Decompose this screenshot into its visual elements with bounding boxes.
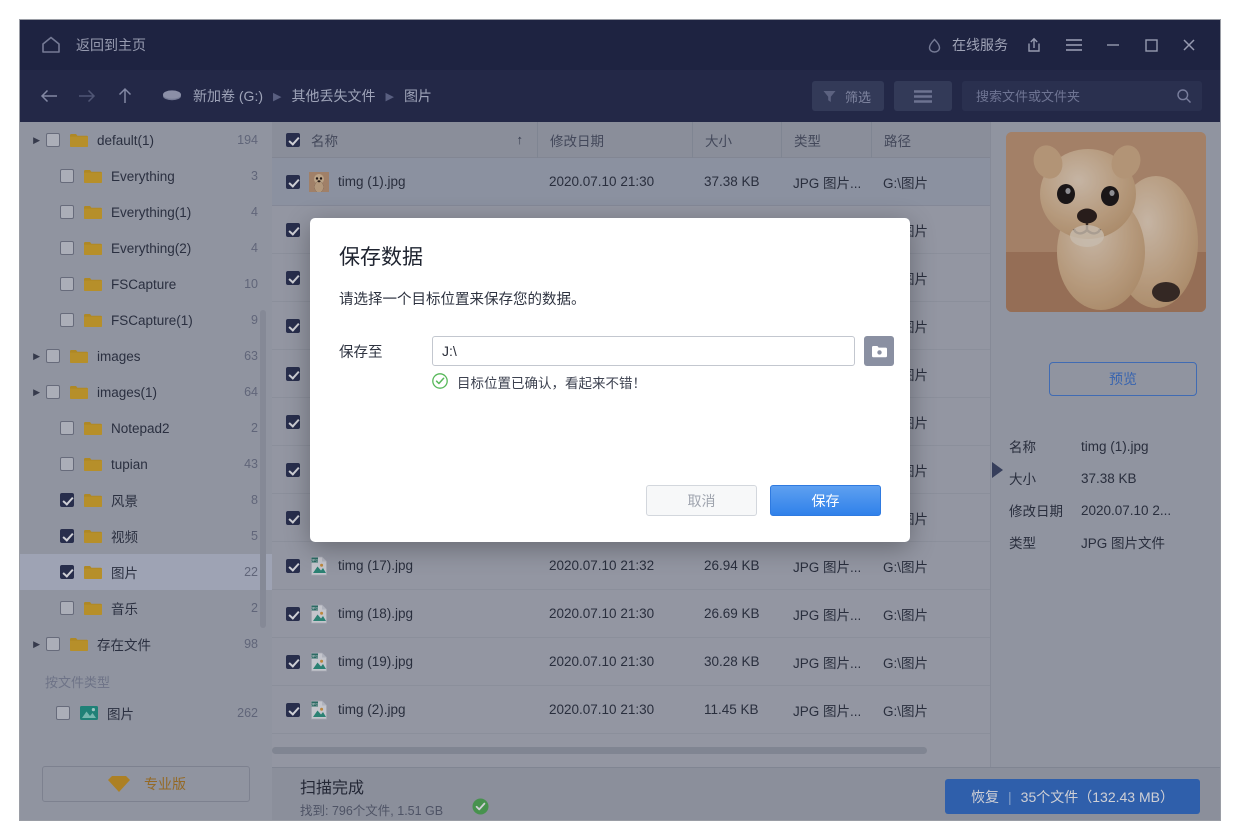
- save-path-field: 保存至: [339, 336, 894, 366]
- app-window: 返回到主页 在线服务: [20, 20, 1220, 820]
- path-validation-hint: 目标位置已确认，看起来不错！: [432, 372, 646, 392]
- dialog-description: 请选择一个目标位置来保存您的数据。: [339, 288, 586, 309]
- dialog-actions: 取消 保存: [646, 485, 881, 516]
- save-path-input[interactable]: [432, 336, 855, 366]
- save-data-dialog: 保存数据 请选择一个目标位置来保存您的数据。 保存至 目标位置已确认，看起来不错…: [310, 218, 910, 542]
- save-button[interactable]: 保存: [770, 485, 881, 516]
- dialog-title: 保存数据: [339, 241, 423, 271]
- folder-browse-icon[interactable]: [864, 336, 894, 366]
- green-check-circle-icon: [432, 373, 448, 392]
- cancel-button[interactable]: 取消: [646, 485, 757, 516]
- path-validation-text: 目标位置已确认，看起来不错！: [457, 372, 646, 392]
- save-path-label: 保存至: [339, 341, 432, 362]
